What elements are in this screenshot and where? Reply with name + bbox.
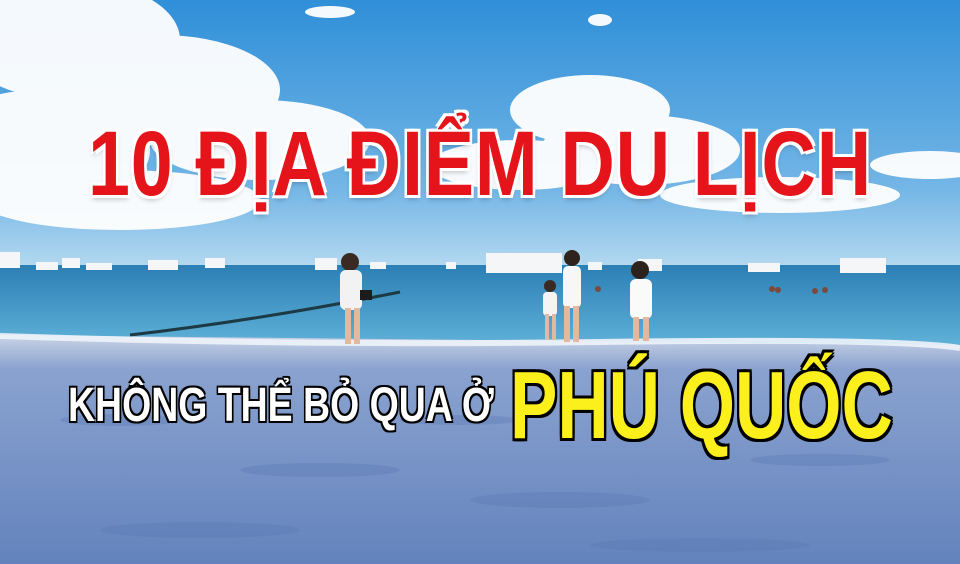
headline-title: 10 ĐỊA ĐIỂM DU LỊCH [87, 113, 873, 215]
subline-place-name: PHÚ QUỐC [510, 352, 893, 459]
beach-photo-banner: 10 ĐỊA ĐIỂM DU LỊCH KHÔNG THỂ BỎ QUA Ở P… [0, 0, 960, 564]
subline: KHÔNG THỂ BỎ QUA Ở PHÚ QUỐC [0, 358, 960, 454]
subline-lead-text: KHÔNG THỂ BỎ QUA Ở [68, 379, 494, 432]
beach-background [0, 0, 960, 564]
